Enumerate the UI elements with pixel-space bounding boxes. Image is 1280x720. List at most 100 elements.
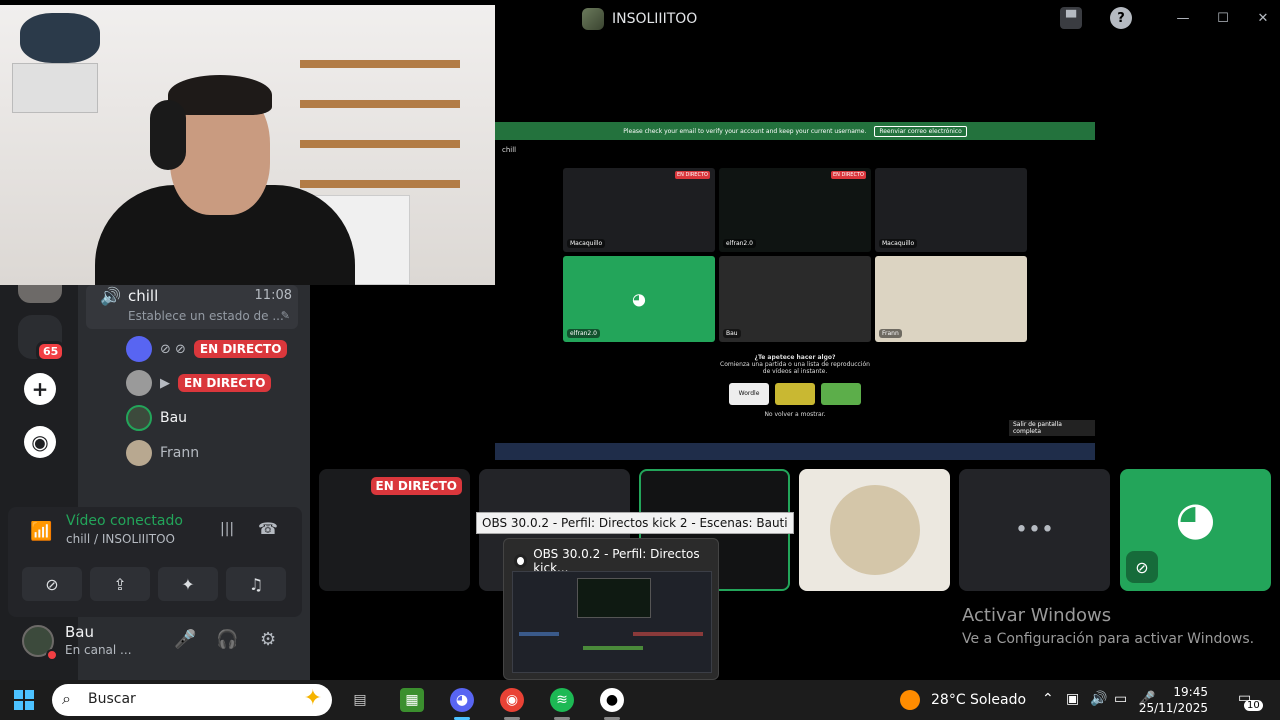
chevron-up-icon[interactable]: ⌃ xyxy=(1042,691,1054,707)
live-badge: EN DIRECTO xyxy=(831,171,866,179)
signal-icon[interactable]: 📶 xyxy=(30,521,52,542)
discord-logo-icon: ◕ xyxy=(1175,490,1216,545)
fullscreen-tooltip: Salir de pantalla completa xyxy=(1009,420,1095,436)
weather-sun-icon[interactable] xyxy=(900,690,920,710)
participant-tile[interactable]: ••• xyxy=(959,469,1110,591)
channel-status-input[interactable]: Establece un estado de ... xyxy=(128,309,284,323)
verify-text: Please check your email to verify your a… xyxy=(623,127,867,135)
help-icon[interactable]: ? xyxy=(1110,7,1132,29)
spotify-icon[interactable]: ≋ xyxy=(550,688,574,712)
noise-suppression-icon[interactable]: ||| xyxy=(220,521,234,537)
live-badge: EN DIRECTO xyxy=(370,477,462,495)
webcam-shelf xyxy=(300,100,460,108)
task-view-icon[interactable]: ▤ xyxy=(348,688,372,712)
obs-mixer-row xyxy=(583,646,643,650)
discord-logo-icon: ◕ xyxy=(632,289,646,309)
avatar xyxy=(126,440,152,466)
microphone-icon[interactable]: 🎤 xyxy=(174,629,196,650)
tile-label: Bau xyxy=(723,329,741,338)
screen-share-button[interactable]: ⇪ xyxy=(90,567,150,601)
tray-app-icon[interactable]: ▣ xyxy=(1066,691,1079,707)
participant-tile[interactable]: EN DIRECTO xyxy=(319,469,470,591)
activities-button[interactable]: ✦ xyxy=(158,567,218,601)
server-title: INSOLIIITOO xyxy=(582,8,697,30)
screen-share-view[interactable]: Please check your email to verify your a… xyxy=(495,122,1095,460)
tile-label: Frann xyxy=(879,329,902,338)
pencil-icon[interactable]: ✎ xyxy=(281,309,290,322)
webcam-air-conditioner xyxy=(12,63,98,113)
voice-connected-subtitle[interactable]: chill / INSOLIIITOO xyxy=(66,532,175,546)
weather-text[interactable]: 28°C Soleado xyxy=(931,692,1026,708)
resend-email-button[interactable]: Reenviar correo electrónico xyxy=(874,125,967,137)
server-icon[interactable] xyxy=(18,285,62,303)
server-icon xyxy=(582,8,604,30)
disconnect-icon[interactable]: ☎ xyxy=(258,519,278,538)
activate-windows-title: Activar Windows xyxy=(962,605,1112,626)
live-badge: EN DIRECTO xyxy=(178,374,272,392)
shared-tile: Macaquillo xyxy=(875,168,1027,252)
unread-badge: 65 xyxy=(36,341,66,362)
close-button[interactable]: ✕ xyxy=(1252,7,1274,29)
participant-tile[interactable] xyxy=(799,469,950,591)
webcam-headset xyxy=(150,100,186,170)
voice-channel-time: 11:08 xyxy=(254,288,292,303)
title-bar: INSOLIIITOO ▀ ? — ☐ ✕ xyxy=(496,0,1280,36)
webcam-shelf xyxy=(300,180,460,188)
search-icon: ⌕ xyxy=(62,689,71,708)
webcam-shelf xyxy=(300,140,460,148)
shared-taskbar xyxy=(495,443,1095,460)
voice-member[interactable]: Frann xyxy=(126,439,199,467)
maximize-button[interactable]: ☐ xyxy=(1212,7,1234,29)
speaker-icon: 🔊 xyxy=(100,287,122,307)
muted-icon: ⊘ xyxy=(1126,551,1158,583)
voice-member[interactable]: Bau xyxy=(126,404,187,432)
game-list: Wordle xyxy=(719,383,871,405)
obs-thumbnail xyxy=(512,571,712,673)
voice-connected-title: Vídeo conectado xyxy=(66,513,183,529)
tile-label: elfran2.0 xyxy=(567,329,600,338)
popup-title: ¿Te apetece hacer algo? xyxy=(754,354,836,361)
copilot-sparkle-icon[interactable]: ✦ xyxy=(304,686,322,711)
volume-icon[interactable]: 🔊 xyxy=(1090,691,1107,707)
headphones-icon[interactable]: 🎧 xyxy=(216,629,238,650)
discord-app-icon[interactable]: ◕ xyxy=(450,688,474,712)
voice-member[interactable]: ▶ EN DIRECTO xyxy=(126,369,272,397)
shared-tile: ◕ elfran2.0 xyxy=(563,256,715,342)
dont-show-checkbox[interactable]: No volver a mostrar. xyxy=(719,411,871,418)
live-badge: EN DIRECTO xyxy=(675,171,710,179)
taskbar-clock[interactable]: 19:45 25/11/2025 xyxy=(1132,684,1208,716)
taskbar-search-input[interactable]: ⌕ Buscar ✦ xyxy=(52,684,332,716)
voice-channel-row[interactable]: 🔊 chill 11:08 Establece un estado de ...… xyxy=(86,285,298,329)
soundboard-button[interactable]: ♫ xyxy=(226,567,286,601)
add-server-icon[interactable]: + xyxy=(24,373,56,405)
camera-off-button[interactable]: ⊘ xyxy=(22,567,82,601)
shared-tile: Bau xyxy=(719,256,871,342)
network-icon[interactable]: ▭ xyxy=(1114,691,1127,707)
obs-window-preview[interactable]: OBS 30.0.2 - Perfil: Directos kick... xyxy=(503,538,719,680)
settings-gear-icon[interactable]: ⚙ xyxy=(260,629,276,650)
obs-scene-row xyxy=(519,632,559,636)
shared-tile: EN DIRECTO elfran2.0 xyxy=(719,168,871,252)
chrome-icon[interactable]: ◉ xyxy=(500,688,524,712)
popup-subtitle: Comienza una partida o una lista de repr… xyxy=(720,361,870,375)
more-icon[interactable]: ••• xyxy=(1015,518,1054,543)
verify-email-banner: Please check your email to verify your a… xyxy=(495,122,1095,140)
participant-tile[interactable]: ◕ ⊘ xyxy=(1120,469,1271,591)
notification-count-badge: 10 xyxy=(1244,700,1263,711)
avatar xyxy=(126,370,152,396)
user-name[interactable]: Bau xyxy=(65,623,94,641)
obs-logo-icon xyxy=(514,554,528,568)
game-card[interactable] xyxy=(821,383,861,405)
game-wordle[interactable]: Wordle xyxy=(729,383,769,405)
explore-icon[interactable]: ◉ xyxy=(24,426,56,458)
minimize-button[interactable]: — xyxy=(1172,7,1194,29)
live-badge: EN DIRECTO xyxy=(193,340,288,358)
voice-member[interactable]: ⊘ ⊘ EN DIRECTO xyxy=(126,335,288,363)
user-status: En canal ... xyxy=(65,643,132,657)
minecraft-icon[interactable]: ▦ xyxy=(400,688,424,712)
windows-start-icon[interactable] xyxy=(14,690,34,710)
obs-icon[interactable]: ● xyxy=(600,688,624,712)
tile-label: Macaquillo xyxy=(567,239,606,248)
inbox-icon[interactable]: ▀ xyxy=(1060,7,1082,29)
game-card[interactable] xyxy=(775,383,815,405)
